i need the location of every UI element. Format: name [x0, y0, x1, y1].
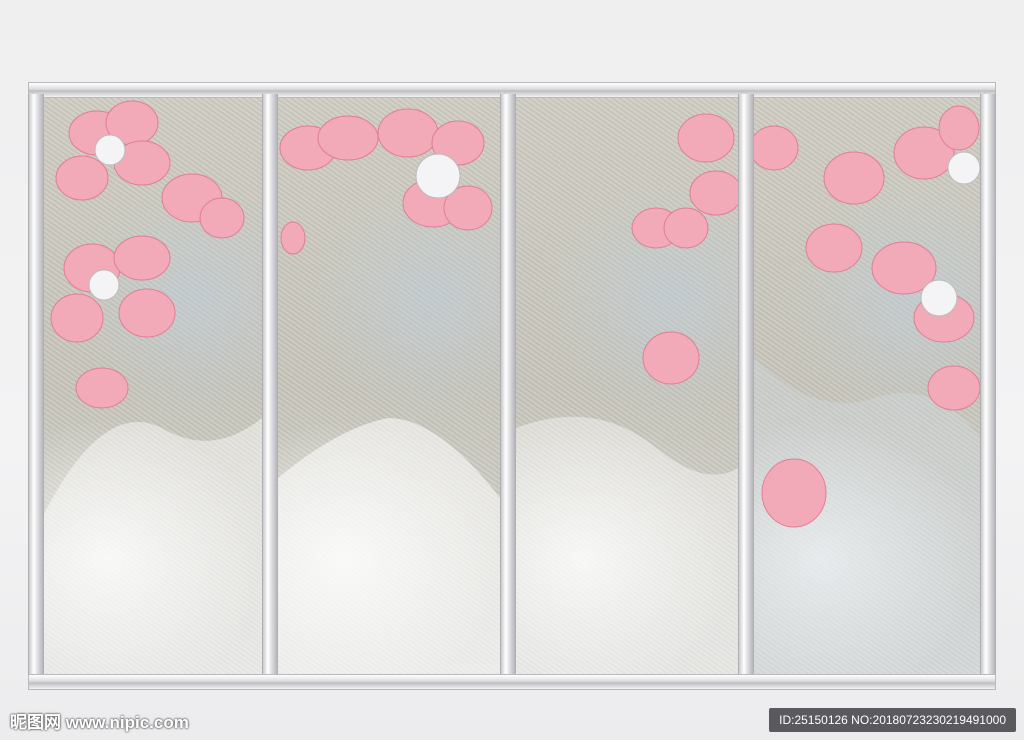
left-post [28, 94, 44, 678]
right-post [980, 94, 996, 678]
panel-1 [42, 98, 262, 674]
panel-4 [754, 98, 980, 674]
divider-post-2 [500, 94, 516, 678]
blossom-cluster-4 [754, 105, 980, 674]
panel-3 [516, 98, 738, 674]
image-id-badge: ID:25150126 NO:20180723230219491000 [769, 708, 1016, 732]
panel-2 [278, 98, 500, 674]
divider-post-3 [738, 94, 754, 678]
watermark-site-text: 昵图网 www.nipic.com [10, 712, 189, 732]
blossom-cluster-3 [516, 113, 738, 674]
blossom-cluster-1 [42, 100, 262, 674]
divider-post-1 [262, 94, 278, 678]
site-watermark: 昵图网 www.nipic.com [10, 708, 189, 732]
image-id-text: ID:25150126 NO:20180723230219491000 [779, 713, 1006, 727]
screen-frame [28, 82, 996, 690]
blossom-cluster-2 [278, 108, 500, 674]
bottom-rail [28, 674, 996, 690]
